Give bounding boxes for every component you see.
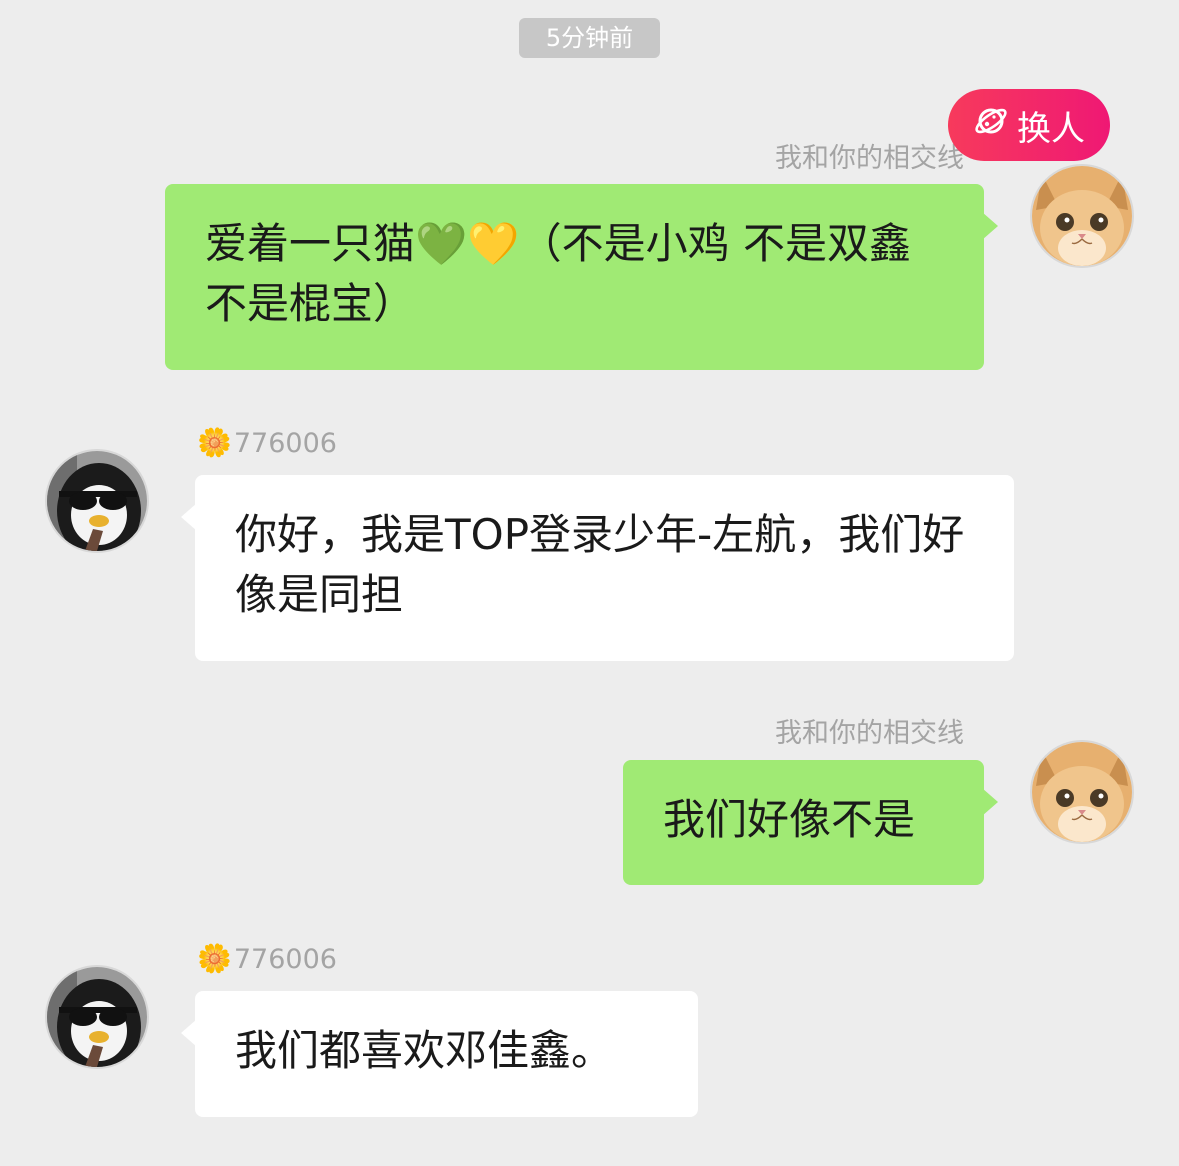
sender-name-text: 776006 [233, 428, 337, 459]
sender-name: 我和你的相交线 [775, 718, 964, 749]
sender-name-text: 776006 [233, 944, 337, 975]
message-bubble-incoming[interactable]: 我们都喜欢邓佳鑫。 [181, 991, 698, 1117]
flower-icon: 🌼 [197, 426, 232, 459]
message-text: 爱着一只猫💚💛（不是小鸡 不是双鑫 不是棍宝） [205, 219, 911, 328]
message-text: 我们好像不是 [663, 795, 916, 844]
switch-person-label: 换人 [1017, 108, 1085, 149]
flower-icon: 🌼 [197, 942, 232, 975]
penguin-sunglasses-avatar[interactable] [45, 449, 149, 553]
sender-name: 🌼776006 [197, 942, 337, 975]
message-bubble-incoming[interactable]: 你好，我是TOP登录少年-左航，我们好像是同担 [181, 475, 1014, 661]
message-text: 你好，我是TOP登录少年-左航，我们好像是同担 [235, 510, 965, 619]
sender-name: 我和你的相交线 [775, 143, 964, 174]
sender-name: 🌼776006 [197, 426, 337, 459]
message-text: 我们都喜欢邓佳鑫。 [235, 1026, 614, 1075]
message-bubble-outgoing[interactable]: 爱着一只猫💚💛（不是小鸡 不是双鑫 不是棍宝） [165, 184, 998, 370]
penguin-sunglasses-avatar[interactable] [45, 965, 149, 1069]
planet-icon [973, 103, 1009, 148]
cat-avatar[interactable] [1030, 164, 1134, 268]
cat-avatar[interactable] [1030, 740, 1134, 844]
timestamp-label: 5分钟前 [519, 18, 660, 58]
message-bubble-outgoing[interactable]: 我们好像不是 [623, 760, 998, 885]
switch-person-button[interactable]: 换人 [948, 89, 1110, 161]
